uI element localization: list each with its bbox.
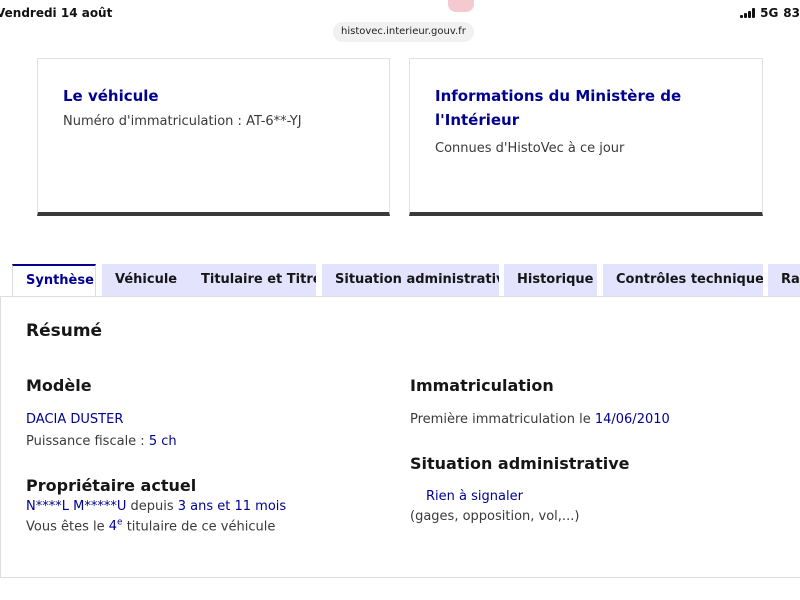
battery-label: 83 (783, 6, 800, 20)
owner-rank-number: 4e (108, 518, 123, 535)
ministry-card: Informations du Ministère de l'Intérieur… (409, 58, 763, 216)
tab-controles-techniques[interactable]: Contrôles techniques (603, 264, 763, 297)
owner-duration: 3 ans et 11 mois (177, 499, 287, 514)
admin-title: Situation administrative (410, 454, 630, 473)
status-date: Vendredi 14 août (0, 6, 113, 20)
first-registration-date: 14/06/2010 (594, 412, 670, 427)
owner-rank: Vous êtes le 4e titulaire de ce véhicule (26, 518, 276, 535)
tab-titulaire-titre[interactable]: Titulaire et Titre (188, 264, 316, 297)
model-title: Modèle (26, 376, 92, 395)
fiscal-power-value: 5 ch (148, 434, 177, 449)
synthese-panel: Résumé Modèle DACIA DUSTER Puissance fis… (0, 296, 800, 578)
vehicle-card-title: Le véhicule (63, 87, 159, 105)
tab-bar: Synthèse Véhicule Titulaire et Titre Sit… (12, 264, 800, 297)
owner-title: Propriétaire actuel (26, 476, 197, 495)
tab-historique[interactable]: Historique (504, 264, 597, 297)
registration-title: Immatriculation (410, 376, 554, 395)
status-indicators: 5G 83 (740, 6, 800, 20)
fiscal-power: Puissance fiscale : 5 ch (26, 434, 177, 449)
tab-rapport[interactable]: Rapport (768, 264, 800, 297)
owner-line: N****L M*****U depuis 3 ans et 11 mois (26, 499, 287, 514)
vehicle-card: Le véhicule Numéro d'immatriculation : A… (37, 58, 390, 216)
summary-title: Résumé (26, 321, 103, 341)
model-name: DACIA DUSTER (26, 412, 124, 427)
tab-vehicule[interactable]: Véhicule (102, 264, 194, 297)
registration-number: Numéro d'immatriculation : AT-6**-YJ (63, 114, 302, 129)
tab-situation-administrative[interactable]: Situation administrative (322, 264, 499, 297)
ministry-card-text: Connues d'HistoVec à ce jour (435, 141, 625, 156)
admin-details: (gages, opposition, vol,...) (410, 509, 580, 524)
ministry-card-title: Informations du Ministère de l'Intérieur (435, 87, 682, 129)
address-bar[interactable]: histovec.interieur.gouv.fr (333, 22, 474, 42)
network-label: 5G (760, 6, 779, 20)
owner-name: N****L M*****U (26, 499, 127, 514)
first-registration: Première immatriculation le 14/06/2010 (410, 412, 670, 427)
signal-icon (740, 8, 756, 18)
tab-indicator (448, 0, 474, 12)
admin-status: Rien à signaler (426, 489, 523, 504)
tab-synthese[interactable]: Synthèse (12, 264, 96, 297)
